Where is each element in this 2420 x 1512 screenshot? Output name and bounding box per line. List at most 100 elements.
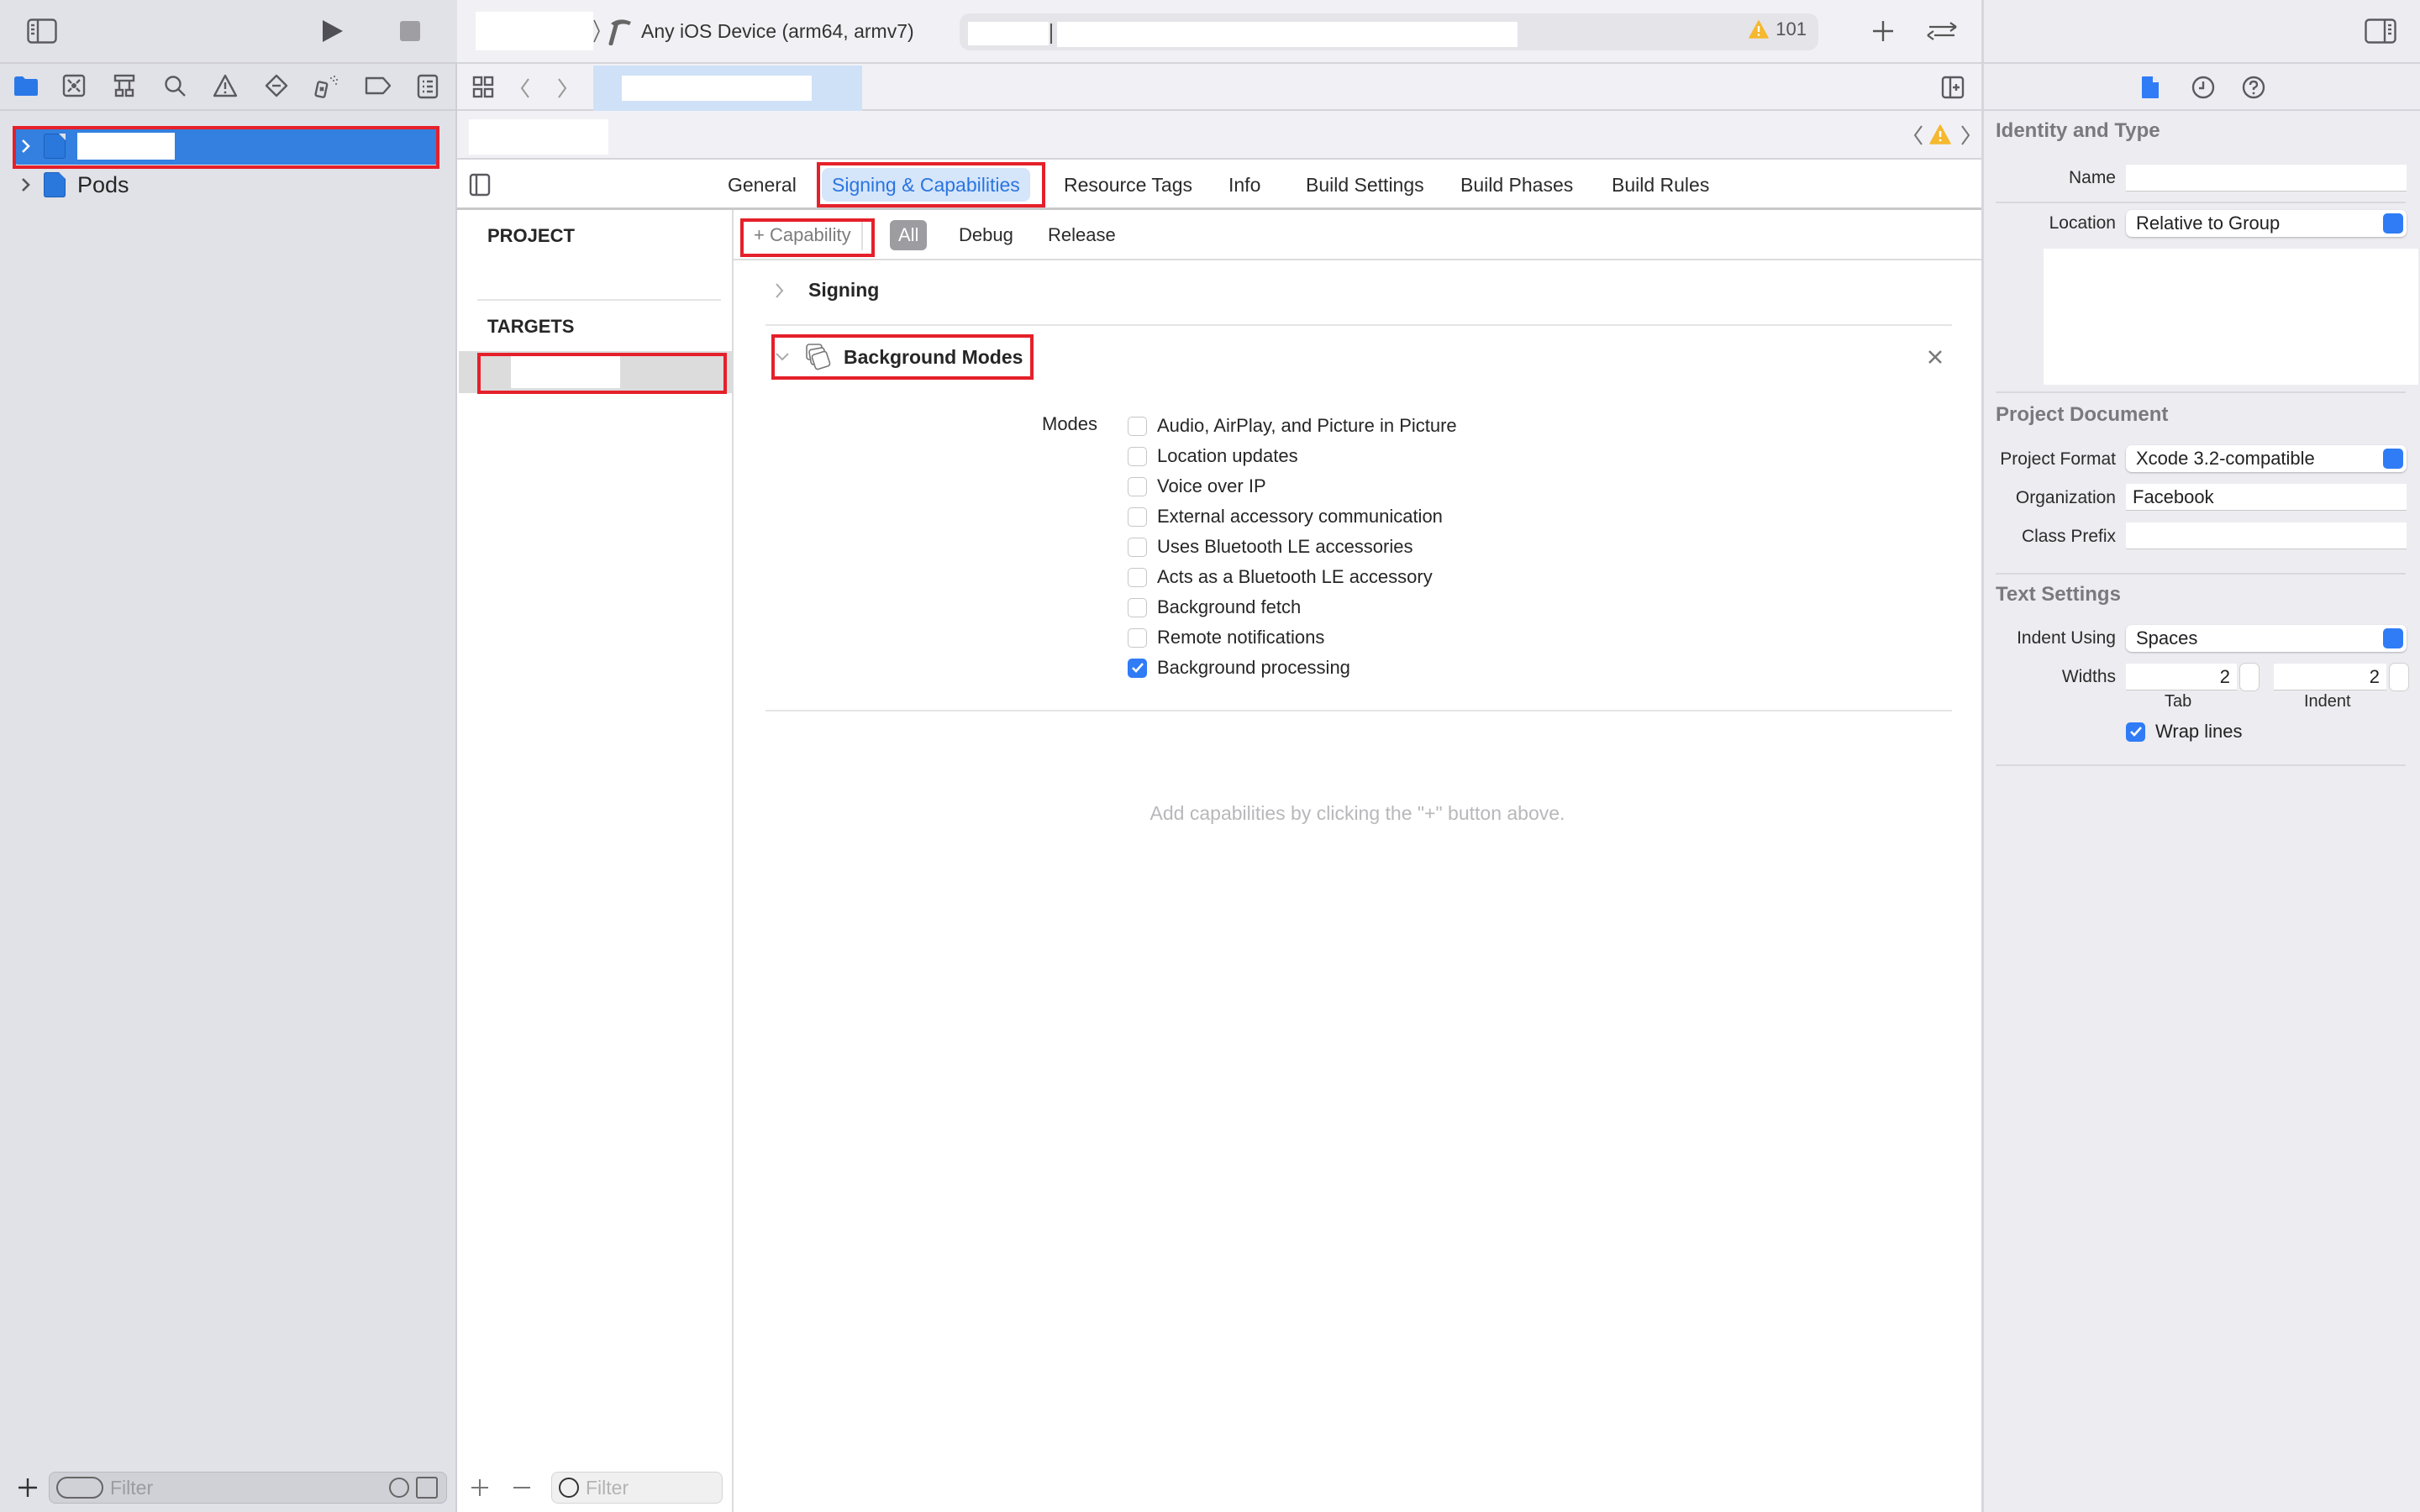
name-input[interactable] <box>2126 165 2407 192</box>
navigator-toolbar <box>0 0 457 64</box>
inspector-toggle-icon[interactable] <box>2365 18 2396 44</box>
checkbox-icon[interactable] <box>1128 416 1147 436</box>
chevron-down-icon[interactable] <box>775 351 790 363</box>
background-mode-option[interactable]: Uses Bluetooth LE accessories <box>1128 534 1413 559</box>
background-modes-section-header[interactable]: Background Modes <box>775 343 1023 371</box>
symbol-navigator-icon[interactable] <box>113 74 139 101</box>
previous-issue-icon[interactable] <box>1912 124 1924 146</box>
background-mode-option[interactable]: Location updates <box>1128 444 1298 469</box>
checkbox-icon[interactable] <box>1128 446 1147 466</box>
source-control-icon[interactable] <box>62 74 89 101</box>
run-icon[interactable] <box>321 18 345 44</box>
history-clock-icon[interactable] <box>2191 76 2215 99</box>
tab-general[interactable]: General <box>718 168 807 202</box>
project-format-select[interactable]: Xcode 3.2-compatible <box>2126 445 2407 472</box>
tab-signing-capabilities[interactable]: Signing & Capabilities <box>822 168 1030 202</box>
tab-caption: Tab <box>2165 692 2192 711</box>
background-mode-option[interactable]: Background processing <box>1128 655 1350 680</box>
background-mode-option[interactable]: Audio, AirPlay, and Picture in Picture <box>1128 413 1457 438</box>
indent-width-stepper[interactable] <box>2390 664 2408 690</box>
tab-build-rules[interactable]: Build Rules <box>1602 168 1719 202</box>
divider <box>861 222 863 250</box>
warning-icon[interactable] <box>1929 124 1951 144</box>
tree-item-label <box>77 133 175 160</box>
organization-input[interactable]: Facebook <box>2126 484 2407 511</box>
tab-info[interactable]: Info <box>1218 168 1270 202</box>
checkbox-checked-icon[interactable] <box>1128 658 1147 678</box>
project-targets-list: PROJECT TARGETS <box>457 210 734 1512</box>
folder-icon[interactable] <box>13 74 40 101</box>
checkbox-icon[interactable] <box>1128 627 1147 648</box>
signing-section-header[interactable]: Signing <box>775 279 879 302</box>
remove-target-icon[interactable] <box>513 1478 531 1497</box>
back-chevron-icon[interactable] <box>519 77 531 99</box>
checkbox-icon[interactable] <box>1128 476 1147 496</box>
library-add-icon[interactable] <box>1872 20 1894 42</box>
run-destination-selector[interactable]: Any iOS Device (arm64, armv7) <box>592 10 914 52</box>
scheme-selector[interactable] <box>476 12 593 50</box>
checkbox-icon[interactable] <box>1128 597 1147 617</box>
indent-using-select[interactable]: Spaces <box>2126 625 2407 652</box>
checkbox-icon[interactable] <box>1128 507 1147 527</box>
background-mode-option[interactable]: Background fetch <box>1128 595 1301 620</box>
background-mode-option[interactable]: Acts as a Bluetooth LE accessory <box>1128 564 1433 590</box>
location-select[interactable]: Relative to Group <box>2126 210 2407 237</box>
stop-icon[interactable] <box>400 21 420 41</box>
tab-width-stepper[interactable] <box>2240 664 2259 690</box>
tab-width-input[interactable]: 2 <box>2126 664 2237 690</box>
test-diamond-icon[interactable] <box>265 74 292 101</box>
forward-chevron-icon[interactable] <box>556 77 568 99</box>
filter-icon <box>559 1478 579 1498</box>
add-icon[interactable] <box>17 1477 39 1499</box>
warning-count-badge[interactable]: 101 <box>1749 18 1807 40</box>
chevron-right-icon[interactable] <box>13 176 39 193</box>
search-icon[interactable] <box>163 74 190 101</box>
background-mode-option[interactable]: External accessory communication <box>1128 504 1443 529</box>
tab-build-settings[interactable]: Build Settings <box>1296 168 1434 202</box>
filter-options-icon[interactable] <box>56 1477 103 1499</box>
background-mode-option[interactable]: Remote notifications <box>1128 625 1324 650</box>
quick-help-icon[interactable] <box>2242 76 2265 99</box>
delete-capability-icon[interactable] <box>1928 349 1943 365</box>
related-items-grid-icon[interactable] <box>472 76 494 99</box>
source-control-filter-icon[interactable] <box>416 1477 438 1499</box>
recent-files-clock-icon[interactable] <box>389 1478 409 1498</box>
add-editor-icon[interactable] <box>1941 76 1965 99</box>
checkbox-checked-icon[interactable] <box>2126 722 2145 742</box>
warning-triangle-icon[interactable] <box>213 74 240 101</box>
debug-spray-icon[interactable] <box>314 74 341 101</box>
divider <box>1050 24 1052 44</box>
report-list-icon[interactable] <box>417 74 444 101</box>
targets-filter-input[interactable]: Filter <box>551 1472 723 1504</box>
code-review-arrows-icon[interactable] <box>1926 18 1958 44</box>
targets-heading: TARGETS <box>487 316 575 337</box>
divider <box>1996 391 2406 393</box>
editor-tab[interactable] <box>593 66 862 111</box>
navigator-filter-input[interactable]: Filter <box>49 1472 447 1504</box>
add-target-icon[interactable] <box>471 1478 489 1497</box>
tab-resource-tags[interactable]: Resource Tags <box>1054 168 1202 202</box>
chevron-right-icon[interactable] <box>13 138 39 155</box>
navigator-panel <box>0 0 457 1512</box>
chevron-right-icon[interactable] <box>775 281 785 300</box>
checkbox-icon[interactable] <box>1128 567 1147 587</box>
next-issue-icon[interactable] <box>1960 124 1971 146</box>
tree-item-pods[interactable]: Pods <box>13 166 439 203</box>
filter-all[interactable]: All <box>890 220 928 250</box>
tab-build-phases[interactable]: Build Phases <box>1450 168 1583 202</box>
filter-release[interactable]: Release <box>1039 220 1124 250</box>
checkbox-icon[interactable] <box>1128 537 1147 557</box>
wrap-lines-checkbox[interactable]: Wrap lines <box>2126 721 2243 743</box>
add-capability-button[interactable]: + Capability <box>745 220 860 250</box>
target-item[interactable] <box>459 351 734 393</box>
filter-debug[interactable]: Debug <box>950 220 1022 250</box>
breakpoint-tag-icon[interactable] <box>365 74 392 101</box>
file-inspector-icon[interactable] <box>2141 76 2160 99</box>
background-mode-option[interactable]: Voice over IP <box>1128 474 1266 499</box>
class-prefix-input[interactable] <box>2126 522 2407 549</box>
show-targets-toggle-icon[interactable] <box>469 173 491 197</box>
sidebar-toggle-icon[interactable] <box>27 18 57 44</box>
tree-item-project[interactable] <box>13 128 439 165</box>
redacted-status <box>968 22 1049 45</box>
indent-width-input[interactable]: 2 <box>2274 664 2386 690</box>
